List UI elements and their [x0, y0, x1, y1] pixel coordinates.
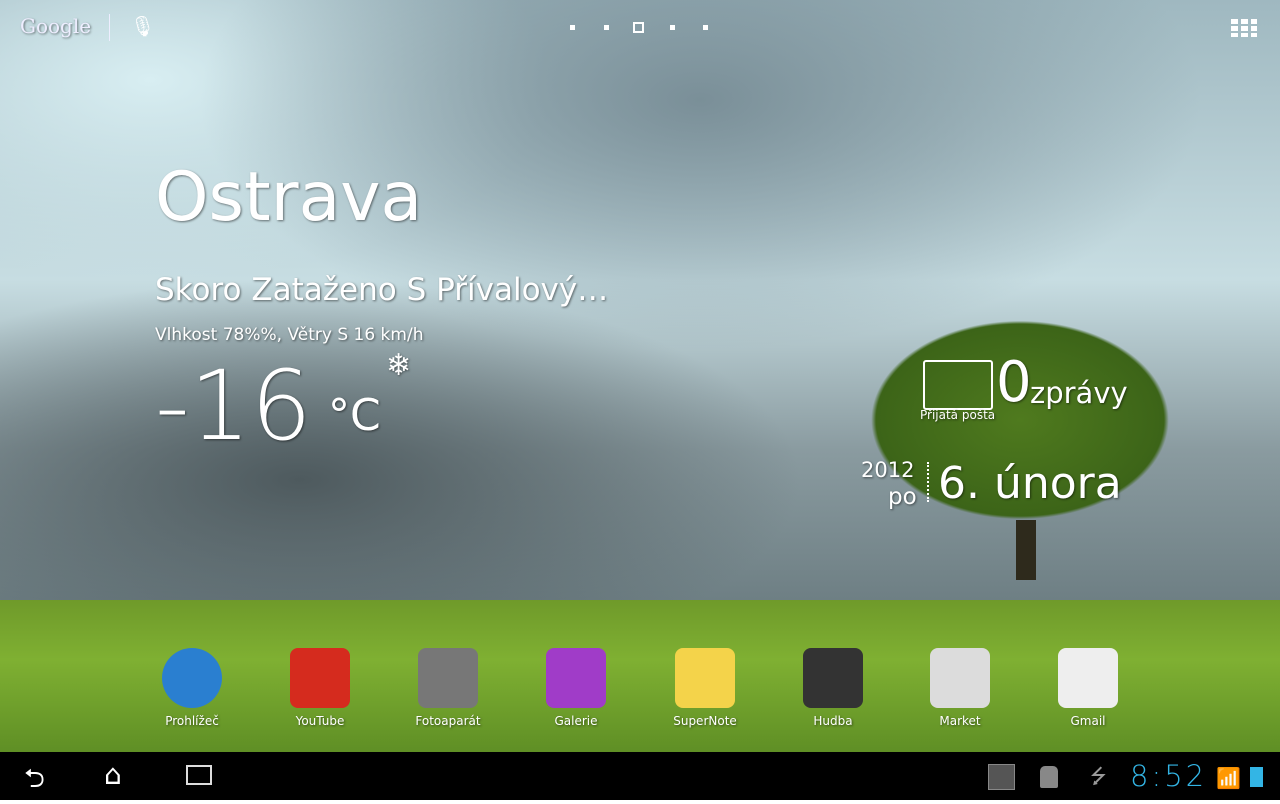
app-market[interactable]: Market: [910, 648, 1010, 728]
mail-count-label: zprávy: [1030, 376, 1128, 410]
app-label: Fotoaparát: [415, 714, 481, 728]
galerie-icon: [546, 648, 606, 708]
supernote-icon: [675, 648, 735, 708]
prohlížeč-icon: [162, 648, 222, 708]
mail-inbox-label: Přijatá pošta: [920, 408, 996, 422]
page-indicator-current[interactable]: [633, 22, 644, 33]
wallpaper-tree-trunk: [1016, 520, 1036, 580]
page-indicator-1[interactable]: [570, 25, 575, 30]
microphone-icon[interactable]: 🎙: [130, 14, 155, 41]
wifi-icon: 📶: [1216, 766, 1241, 790]
app-label: Galerie: [554, 714, 598, 728]
hudba-icon: [803, 648, 863, 708]
back-button[interactable]: ⮌: [24, 760, 45, 804]
sync-notification-icon[interactable]: [988, 764, 1015, 790]
app-supernote[interactable]: SuperNote: [655, 648, 755, 728]
usb-icon[interactable]: ⭍: [1090, 762, 1107, 796]
app-label: YouTube: [295, 714, 345, 728]
home-button[interactable]: ⌂: [104, 758, 122, 791]
gmail-icon: [1058, 648, 1118, 708]
app-prohlížeč[interactable]: Prohlížeč: [142, 648, 242, 728]
envelope-icon: [923, 360, 993, 410]
market-icon: [930, 648, 990, 708]
app-label: SuperNote: [673, 714, 737, 728]
android-debug-icon[interactable]: [1040, 766, 1058, 788]
app-label: Prohlížeč: [165, 714, 219, 728]
page-indicator-4[interactable]: [670, 25, 675, 30]
divider: [109, 14, 110, 41]
weather-condition: Skoro Zataženo S Přívalový…: [155, 272, 609, 308]
date-day-month: 6. února: [938, 458, 1122, 509]
google-search-button[interactable]: Google: [20, 14, 91, 38]
all-apps-icon[interactable]: [1231, 19, 1257, 37]
mail-count: 0: [996, 350, 1032, 415]
system-bar: ⮌ ⌂ ⭍ 8:52 📶: [0, 752, 1280, 800]
app-label: Market: [939, 714, 981, 728]
battery-icon: [1250, 767, 1263, 787]
date-year: 2012: [861, 458, 915, 482]
weather-details: Vlhkost 78%%, Větry S 16 km/h: [155, 325, 424, 345]
weather-city: Ostrava: [155, 158, 423, 237]
clock[interactable]: 8:52: [1130, 759, 1207, 793]
youtube-icon: [290, 648, 350, 708]
date-divider: [927, 462, 929, 502]
app-label: Gmail: [1070, 714, 1106, 728]
page-indicator-2[interactable]: [604, 25, 609, 30]
app-label: Hudba: [813, 714, 853, 728]
snow-icon: ❄: [386, 348, 412, 383]
app-galerie[interactable]: Galerie: [526, 648, 626, 728]
app-gmail[interactable]: Gmail: [1038, 648, 1138, 728]
fotoaparát-icon: [418, 648, 478, 708]
date-weekday: po: [888, 484, 917, 510]
app-youtube[interactable]: YouTube: [270, 648, 370, 728]
page-indicator-5[interactable]: [703, 25, 708, 30]
app-fotoaparát[interactable]: Fotoaparát: [398, 648, 498, 728]
recent-apps-button[interactable]: [186, 765, 212, 785]
weather-unit: °C: [328, 390, 381, 441]
app-hudba[interactable]: Hudba: [783, 648, 883, 728]
weather-temperature: -16: [155, 350, 312, 462]
